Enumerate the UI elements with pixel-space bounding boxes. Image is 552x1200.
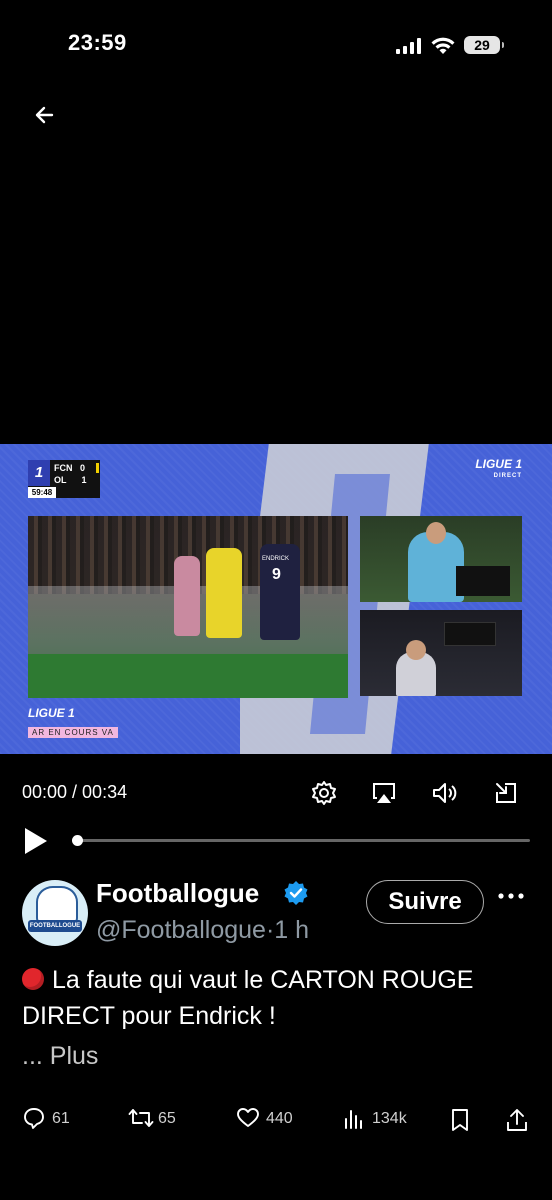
scoreboard-logo: 1 — [28, 460, 50, 486]
bookmark-icon[interactable] — [448, 1106, 472, 1134]
player-dark: 9 ENDRICK — [260, 544, 300, 640]
tweet-text: La faute qui vaut le CARTON ROUGE DIRECT… — [22, 966, 474, 1030]
match-clock: 59:48 — [28, 487, 56, 498]
progress-handle[interactable] — [72, 835, 83, 846]
like-count: 440 — [266, 1110, 293, 1127]
battery-indicator: 29 — [464, 36, 504, 54]
red-circle-emoji-icon — [22, 968, 44, 990]
more-options-icon[interactable] — [496, 886, 526, 906]
repost-count: 65 — [158, 1110, 176, 1127]
ticker: AR EN COURS VA — [28, 727, 118, 738]
author-name[interactable]: Footballogue — [96, 878, 259, 909]
views-button[interactable]: 134k — [342, 1106, 422, 1134]
wifi-icon — [431, 37, 455, 54]
verified-badge-icon — [284, 881, 308, 905]
views-count: 134k — [372, 1110, 407, 1127]
ligue1-logo-small: LIGUE 1 — [28, 706, 75, 720]
reply-count: 61 — [52, 1110, 70, 1127]
video-player[interactable]: 1 FCN 0 OL 1 59:48 LIGUE 1 DIRECT 9 ENDR… — [0, 444, 552, 754]
heart-icon — [237, 1108, 259, 1127]
player-name: ENDRICK — [262, 556, 290, 562]
reply-icon — [24, 1108, 44, 1129]
repost-icon — [128, 1109, 154, 1127]
yellow-card-icon — [96, 463, 99, 473]
scoreboard-team1: FCN 0 — [54, 463, 86, 473]
var-monitor — [456, 566, 510, 596]
video-time: 00:00 / 00:34 — [22, 782, 128, 802]
like-button[interactable]: 440 — [236, 1106, 306, 1134]
settings-gear-icon[interactable] — [310, 779, 338, 807]
avatar-text: FOOTBALLOGUE — [28, 920, 82, 932]
minimize-icon[interactable] — [492, 779, 520, 807]
var-screen — [444, 622, 496, 646]
player-steward — [174, 556, 200, 636]
cellular-signal-icon — [396, 38, 422, 54]
repost-button[interactable]: 65 — [128, 1106, 188, 1134]
author-handle[interactable]: @Footballogue·1 h — [96, 916, 309, 945]
var-room-view — [360, 610, 522, 696]
ligue1-direct-logo: LIGUE 1 DIRECT — [475, 457, 522, 479]
volume-icon[interactable] — [430, 779, 458, 807]
scoreboard: 1 FCN 0 OL 1 59:48 — [28, 460, 100, 498]
status-time: 23:59 — [68, 30, 127, 55]
play-icon[interactable] — [22, 826, 50, 856]
follow-button[interactable]: Suivre — [366, 880, 484, 924]
referee-head — [426, 522, 446, 544]
share-icon[interactable] — [504, 1106, 530, 1134]
player-yellow — [206, 548, 242, 638]
airplay-icon[interactable] — [370, 779, 398, 807]
main-camera-view: 9 ENDRICK — [28, 516, 348, 698]
back-arrow-icon[interactable] — [30, 100, 60, 130]
referee-camera-view — [360, 516, 522, 602]
var-official-head — [406, 640, 426, 660]
more-link[interactable]: ... Plus — [22, 1042, 98, 1071]
progress-track[interactable] — [72, 839, 530, 842]
pitch — [28, 654, 348, 698]
scoreboard-team2: OL 1 — [54, 475, 87, 485]
analytics-icon — [345, 1110, 362, 1129]
player-number: 9 — [272, 566, 281, 583]
avatar[interactable]: FOOTBALLOGUE — [22, 880, 88, 946]
reply-button[interactable]: 61 — [22, 1106, 82, 1134]
